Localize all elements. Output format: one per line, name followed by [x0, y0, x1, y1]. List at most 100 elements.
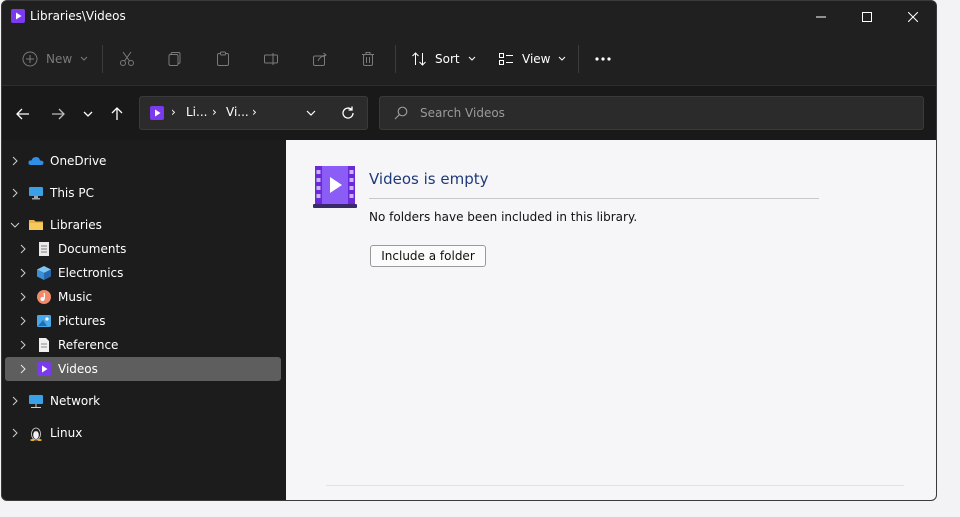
- sidebar-item-libraries[interactable]: Libraries: [5, 213, 281, 237]
- sidebar-item-documents[interactable]: Documents: [5, 237, 281, 261]
- sidebar-item-label: OneDrive: [50, 154, 107, 168]
- empty-state-title: Videos is empty: [369, 170, 489, 188]
- rename-button[interactable]: [263, 47, 279, 71]
- chevron-right-icon[interactable]: [10, 188, 20, 198]
- list-view-icon: [499, 53, 513, 65]
- document-icon: [39, 338, 49, 352]
- refresh-icon[interactable]: [341, 106, 355, 120]
- sidebar-item-label: Pictures: [58, 314, 106, 328]
- chevron-down-icon: [468, 56, 475, 61]
- chevron-right-icon[interactable]: [10, 428, 20, 438]
- sidebar-item-linux[interactable]: Linux: [5, 421, 281, 445]
- arrow-left-icon: [16, 108, 29, 120]
- sidebar-item-label: Electronics: [58, 266, 124, 280]
- view-button[interactable]: View: [498, 47, 566, 71]
- up-button[interactable]: [107, 104, 127, 124]
- folder-icon: [29, 220, 43, 230]
- recent-locations-button[interactable]: [78, 104, 98, 124]
- sidebar-item-label: Linux: [50, 426, 83, 440]
- clipboard-icon: [217, 51, 229, 66]
- search-icon: [394, 106, 408, 120]
- sidebar-item-electronics[interactable]: Electronics: [5, 261, 281, 285]
- address-dropdown-icon[interactable]: [306, 110, 316, 116]
- back-button[interactable]: [13, 104, 33, 124]
- close-button[interactable]: [890, 1, 936, 33]
- chevron-right-icon: ›: [212, 105, 217, 119]
- chevron-right-icon[interactable]: [18, 340, 28, 350]
- file-explorer-window: Libraries\Videos New Sort View › Li... ›…: [1, 0, 937, 501]
- videos-app-icon: [10, 8, 26, 24]
- toolbar-separator: [102, 45, 103, 73]
- computer-icon: [29, 187, 43, 200]
- search-placeholder: Search Videos: [420, 106, 505, 120]
- sidebar-item-label: Libraries: [50, 218, 102, 232]
- chevron-down-icon[interactable]: [10, 220, 20, 230]
- sidebar-item-label: Network: [50, 394, 101, 408]
- sort-button[interactable]: Sort: [411, 47, 476, 71]
- arrow-up-icon: [111, 107, 123, 120]
- sidebar-item-label: Documents: [58, 242, 127, 256]
- sidebar-item-this-pc[interactable]: This PC: [5, 181, 281, 205]
- sidebar-item-label: This PC: [50, 186, 94, 200]
- sidebar-item-label: Music: [58, 290, 93, 304]
- chevron-right-icon: ›: [252, 105, 257, 119]
- chevron-right-icon[interactable]: [18, 292, 28, 302]
- scissors-icon: [120, 51, 134, 66]
- sort-icon: [412, 52, 426, 66]
- sidebar-item-videos[interactable]: Videos: [5, 357, 281, 381]
- chevron-right-icon[interactable]: [18, 316, 28, 326]
- breadcrumb-videos[interactable]: Vi...: [226, 105, 249, 119]
- search-box[interactable]: Search Videos: [379, 96, 924, 130]
- sidebar-item-label: Reference: [58, 338, 119, 352]
- more-options-button[interactable]: [594, 47, 612, 71]
- share-button[interactable]: [312, 47, 328, 71]
- chevron-right-icon: ›: [171, 105, 176, 119]
- onedrive-icon: [28, 157, 44, 165]
- toolbar-separator: [578, 45, 579, 73]
- sidebar-item-onedrive[interactable]: OneDrive: [5, 149, 281, 173]
- music-icon: [37, 290, 51, 304]
- videos-library-icon: [150, 106, 164, 120]
- rename-icon: [264, 53, 278, 65]
- network-icon: [29, 395, 43, 408]
- sidebar-item-reference[interactable]: Reference: [5, 333, 281, 357]
- chevron-right-icon[interactable]: [18, 244, 28, 254]
- navigation-pane: OneDrive This PC Libraries Documents Ele…: [2, 140, 286, 500]
- chevron-right-icon[interactable]: [10, 156, 20, 166]
- chevron-right-icon[interactable]: [18, 268, 28, 278]
- copy-button[interactable]: [167, 47, 183, 71]
- chevron-down-icon: [559, 56, 566, 61]
- title-divider: [369, 198, 819, 199]
- cube-icon: [37, 266, 51, 280]
- new-button[interactable]: New: [22, 47, 88, 71]
- empty-state-description: No folders have been included in this li…: [369, 210, 638, 224]
- paste-button[interactable]: [215, 47, 231, 71]
- trash-icon: [362, 52, 374, 66]
- new-label: New: [46, 52, 73, 66]
- video-library-icon: [313, 166, 357, 208]
- forward-button[interactable]: [48, 104, 68, 124]
- cut-button[interactable]: [119, 47, 135, 71]
- plus-circle-icon: [22, 51, 38, 67]
- breadcrumb-libraries[interactable]: Li...: [186, 105, 207, 119]
- toolbar-separator: [395, 45, 396, 73]
- chevron-down-icon: [80, 56, 88, 61]
- arrow-right-icon: [52, 108, 65, 120]
- address-bar[interactable]: › Li... › Vi... ›: [139, 96, 368, 130]
- chevron-down-icon: [83, 111, 93, 117]
- window-title: Libraries\Videos: [30, 9, 126, 23]
- sort-label: Sort: [435, 52, 460, 66]
- sidebar-item-pictures[interactable]: Pictures: [5, 309, 281, 333]
- sidebar-item-network[interactable]: Network: [5, 389, 281, 413]
- sidebar-item-music[interactable]: Music: [5, 285, 281, 309]
- content-divider: [326, 485, 904, 486]
- documents-icon: [39, 242, 49, 256]
- sidebar-item-label: Videos: [58, 362, 98, 376]
- include-folder-button[interactable]: Include a folder: [370, 245, 486, 267]
- linux-icon: [30, 427, 42, 441]
- delete-button[interactable]: [360, 47, 376, 71]
- chevron-right-icon[interactable]: [18, 364, 28, 374]
- minimize-button[interactable]: [798, 1, 844, 33]
- maximize-button[interactable]: [844, 1, 890, 33]
- chevron-right-icon[interactable]: [10, 396, 20, 406]
